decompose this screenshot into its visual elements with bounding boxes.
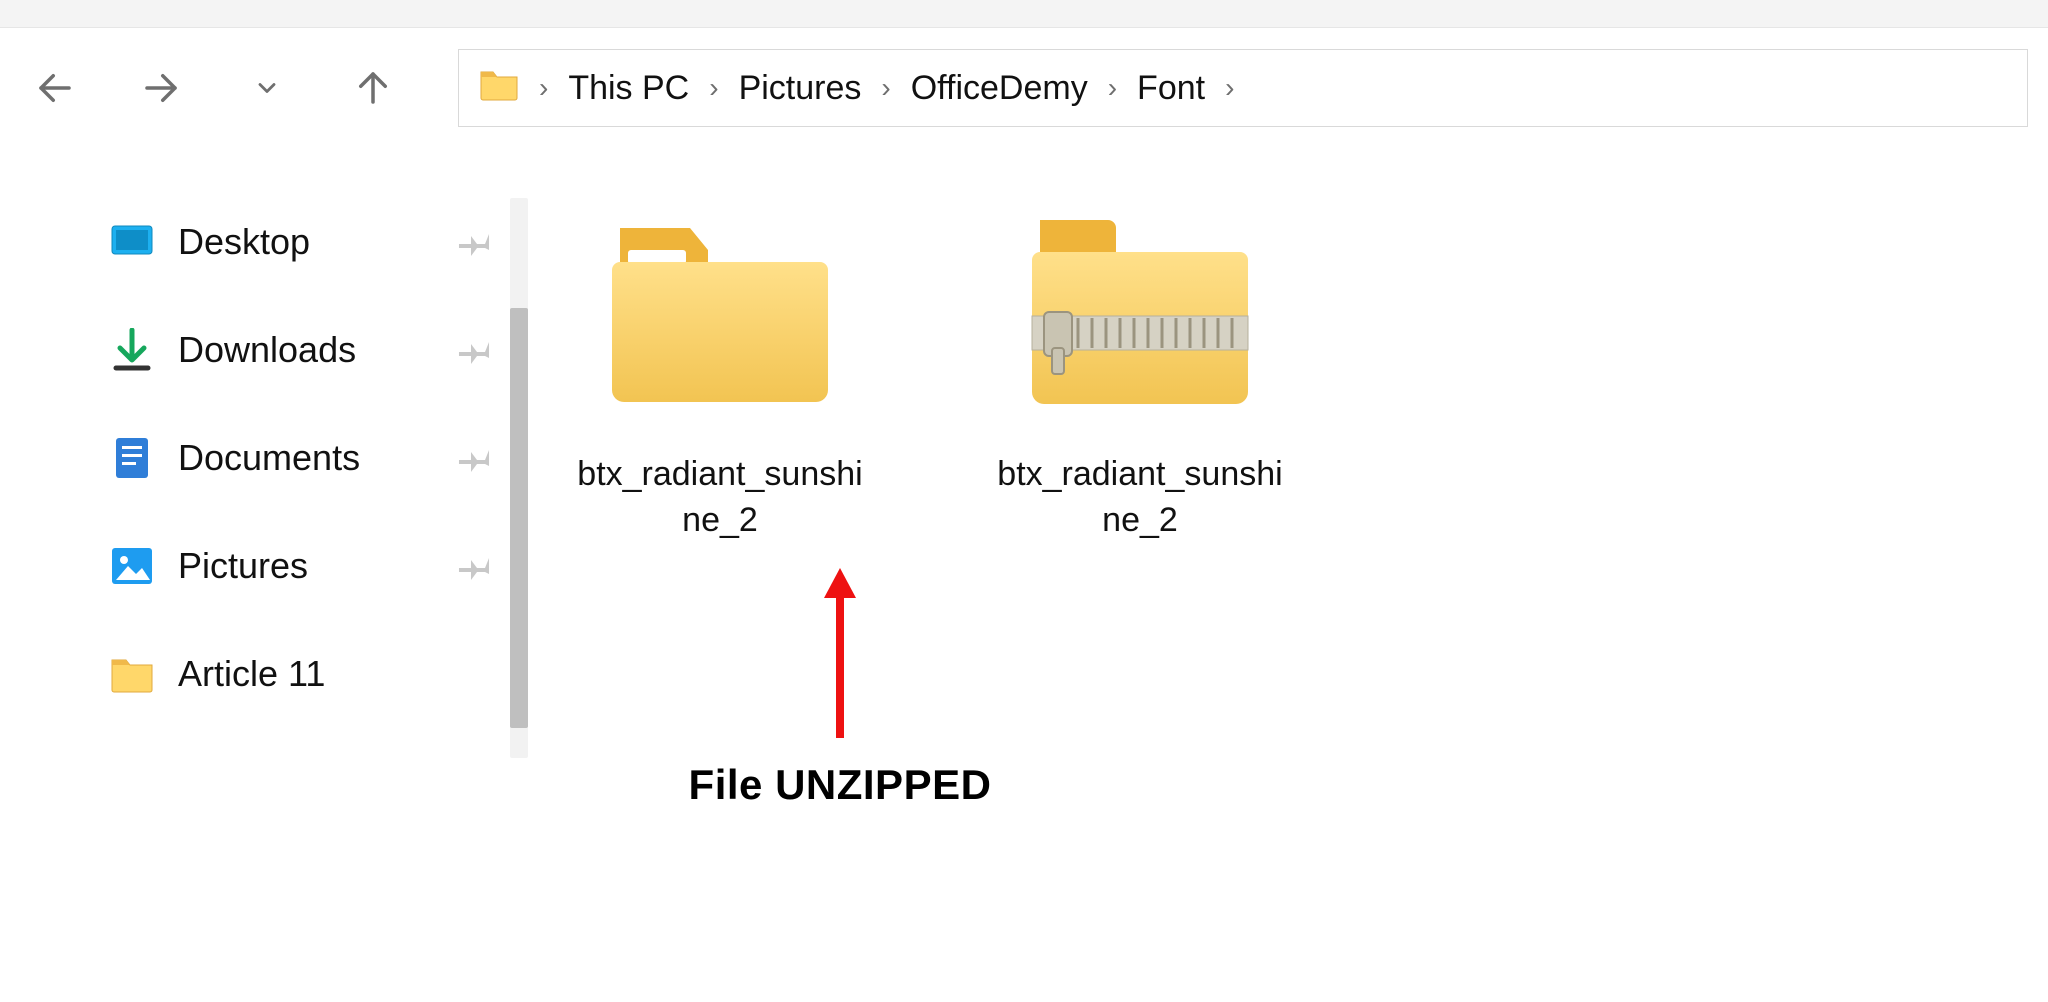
documents-icon (110, 436, 154, 480)
breadcrumb-separator: › (1219, 72, 1240, 104)
item-label: btx_radiant_sunshine_2 (570, 452, 870, 544)
up-button[interactable] (348, 63, 398, 113)
breadcrumb-segment[interactable]: OfficeDemy (911, 69, 1088, 108)
folder-icon (590, 198, 850, 428)
breadcrumb-segment[interactable]: Pictures (739, 69, 862, 108)
main-area: Desktop Downloads Documents Pictures (0, 148, 2048, 1002)
pin-icon (453, 218, 501, 266)
arrow-left-icon (34, 67, 76, 109)
zip-folder-icon (1010, 198, 1270, 428)
item-label: btx_radiant_sunshine_2 (990, 452, 1290, 544)
sidebar-item-label: Article 11 (178, 653, 325, 695)
arrow-right-icon (140, 67, 182, 109)
forward-button[interactable] (136, 63, 186, 113)
breadcrumb-segment[interactable]: This PC (568, 69, 689, 108)
nav-buttons (30, 63, 398, 113)
breadcrumb-separator: › (703, 72, 724, 104)
recent-dropdown[interactable] (242, 63, 292, 113)
folder-item[interactable]: btx_radiant_sunshine_2 (570, 198, 870, 544)
pictures-icon (110, 544, 154, 588)
pin-icon (453, 542, 501, 590)
item-grid: btx_radiant_sunshine_2 (570, 198, 2048, 544)
sidebar-item-pictures[interactable]: Pictures (110, 512, 500, 620)
pin-icon (453, 434, 501, 482)
ribbon-gap (0, 0, 2048, 28)
toolbar: › This PC › Pictures › OfficeDemy › Font… (0, 28, 2048, 148)
sidebar-item-downloads[interactable]: Downloads (110, 296, 500, 404)
sidebar-item-label: Pictures (178, 545, 308, 587)
arrow-up-annotation-icon (820, 568, 860, 738)
content-area[interactable]: btx_radiant_sunshine_2 (500, 148, 2048, 1002)
arrow-up-icon (352, 67, 394, 109)
folder-icon (110, 652, 154, 696)
navigation-pane: Desktop Downloads Documents Pictures (0, 148, 500, 1002)
pin-icon (453, 326, 501, 374)
sidebar-item-label: Downloads (178, 329, 356, 371)
breadcrumb-separator: › (533, 72, 554, 104)
zip-folder-item[interactable]: btx_radiant_sunshine_2 (990, 198, 1290, 544)
annotation-label: File UNZIPPED (640, 761, 1040, 809)
sidebar-item-label: Documents (178, 437, 360, 479)
desktop-icon (110, 220, 154, 264)
chevron-down-icon (253, 74, 281, 102)
address-bar[interactable]: › This PC › Pictures › OfficeDemy › Font… (458, 49, 2028, 127)
back-button[interactable] (30, 63, 80, 113)
sidebar-item-documents[interactable]: Documents (110, 404, 500, 512)
breadcrumb-separator: › (1102, 72, 1123, 104)
annotation: File UNZIPPED (640, 568, 1040, 809)
sidebar-item-label: Desktop (178, 221, 310, 263)
folder-icon (479, 66, 519, 111)
sidebar-item-desktop[interactable]: Desktop (110, 188, 500, 296)
sidebar-item-article-11[interactable]: Article 11 (110, 620, 500, 728)
downloads-icon (110, 328, 154, 372)
breadcrumb-segment[interactable]: Font (1137, 69, 1205, 108)
breadcrumb-separator: › (875, 72, 896, 104)
